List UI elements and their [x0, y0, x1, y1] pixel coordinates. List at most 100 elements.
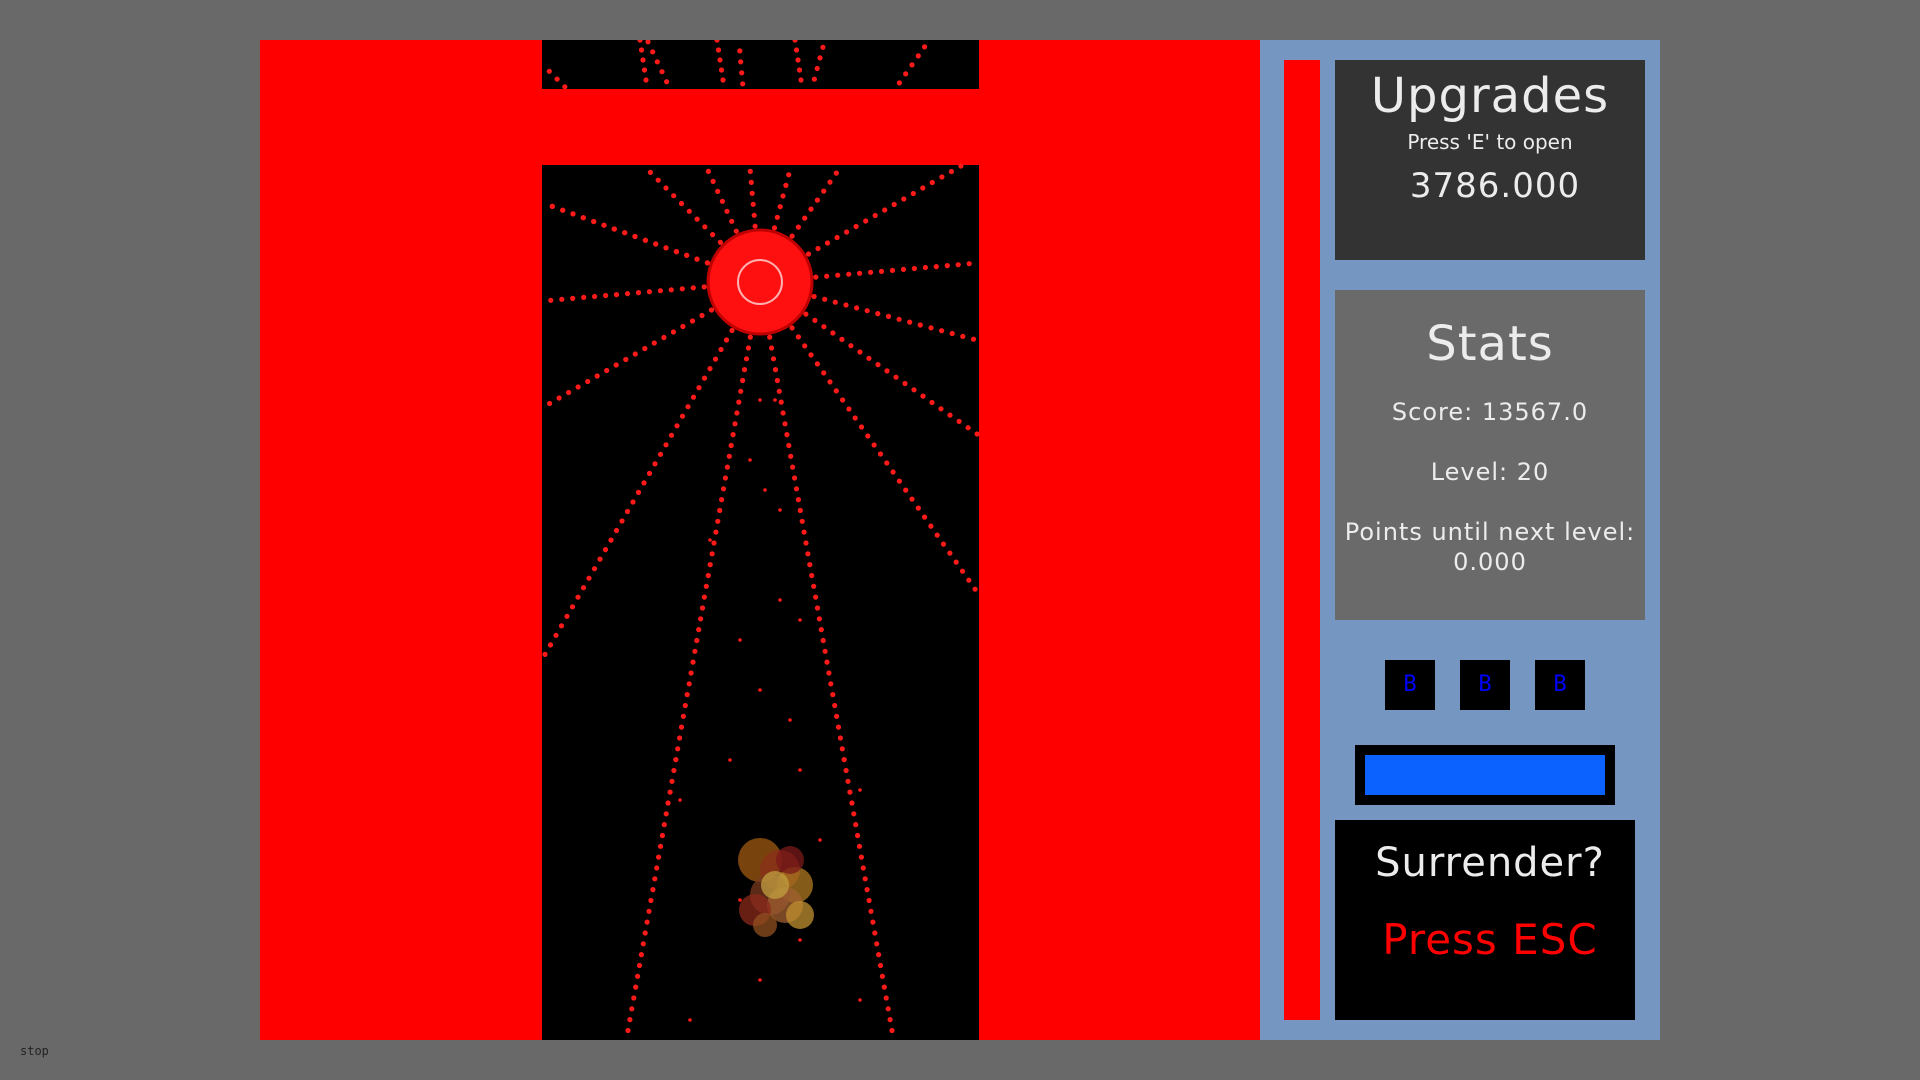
enemy-bullet: [966, 577, 972, 583]
enemy-bullet: [866, 355, 872, 361]
enemy-bullet: [784, 432, 790, 438]
enemy-bullet: [949, 330, 955, 337]
enemy-bullet: [560, 207, 566, 213]
boss-icon: [706, 228, 814, 336]
stats-panel: Stats Score: 13567.0 Level: 20 Points un…: [1335, 290, 1645, 620]
enemy-bullet: [613, 527, 620, 534]
enemy-bullet: [788, 453, 794, 459]
enemy-bullet: [668, 432, 675, 438]
enemy-bullet: [657, 843, 664, 849]
explosion-particle: [753, 913, 777, 937]
enemy-bullet: [635, 489, 642, 495]
enemy-bullet: [728, 758, 732, 762]
surrender-hint: Press ESC: [1382, 915, 1598, 964]
enemy-bullet: [881, 984, 887, 990]
enemy-bullet: [623, 356, 629, 363]
enemy-bullet: [694, 256, 700, 262]
enemy-bullet: [669, 778, 675, 784]
enemy-bullet: [769, 345, 775, 351]
enemy-bullet: [665, 800, 671, 806]
enemy-bullet: [910, 190, 916, 197]
enemy-bullet: [900, 266, 907, 272]
enemy-bullet: [929, 399, 935, 406]
enemy-bullet: [939, 328, 945, 334]
enemy-bullet: [824, 273, 830, 279]
explosion-particle: [776, 846, 804, 874]
enemy-bullet: [558, 623, 565, 629]
enemy-bullet: [868, 269, 874, 275]
enemy-bullet: [699, 605, 706, 611]
enemy-bullet: [637, 40, 643, 43]
enemy-bullet: [702, 224, 708, 230]
energy-bar: [1355, 745, 1615, 805]
enemy-bullet: [686, 208, 692, 214]
enemy-bullet: [796, 67, 803, 73]
enemy-bullet: [758, 688, 762, 692]
enemy-bullet: [852, 415, 858, 421]
enemy-bullet: [688, 1018, 692, 1022]
enemy-bullet: [790, 464, 796, 470]
enemy-bullet: [591, 566, 598, 572]
enemy-bullet: [851, 811, 857, 817]
enemy-bullet: [940, 541, 947, 547]
enemy-bullet: [795, 334, 802, 340]
enemy-bullet: [793, 47, 800, 53]
enemy-bullet: [798, 768, 802, 772]
enemy-bullet: [732, 421, 738, 427]
enemy-bullet: [815, 245, 821, 252]
enemy-bullet: [798, 77, 804, 83]
enemy-bullet: [708, 307, 715, 313]
enemy-bullet: [771, 225, 778, 231]
enemy-bullet: [707, 366, 713, 372]
enemy-bullet: [740, 81, 746, 87]
enemy-bullet: [903, 71, 909, 77]
enemy-bullet: [569, 604, 576, 610]
enemy-bullet: [828, 681, 834, 687]
upgrades-panel[interactable]: Upgrades Press 'E' to open 3786.000: [1335, 60, 1645, 260]
enemy-bullet: [805, 551, 811, 557]
enemy-bullet: [878, 268, 885, 274]
enemy-bullet: [960, 333, 966, 339]
enemy-bullet: [808, 206, 814, 212]
enemy-bullet: [548, 297, 554, 303]
game-frame[interactable]: [260, 40, 1260, 1040]
enemy-bullet: [549, 203, 555, 209]
enemy-bullet: [678, 200, 685, 207]
side-panel: Upgrades Press 'E' to open 3786.000 Stat…: [1260, 40, 1660, 1040]
enemy-bullet: [674, 423, 680, 429]
enemy-bullet: [724, 208, 730, 214]
enemy-bullet: [635, 973, 641, 979]
enemy-bullet: [855, 832, 861, 839]
explosion-particle: [786, 901, 814, 929]
enemy-bullet: [723, 337, 730, 343]
enemy-bullet: [684, 252, 690, 258]
enemy-bullet: [677, 735, 683, 741]
enemy-bullet: [661, 822, 667, 828]
enemy-bullet: [893, 374, 899, 380]
enemy-bullet: [715, 188, 721, 194]
enemy-bullet: [638, 47, 645, 53]
enemy-bullet: [903, 487, 909, 493]
enemy-bullet: [602, 547, 609, 553]
enemy-bullet: [580, 585, 587, 591]
enemy-bullet: [827, 379, 833, 385]
surrender-panel[interactable]: Surrender? Press ESC: [1335, 820, 1635, 1020]
enemy-bullet: [934, 532, 940, 538]
enemy-bullet: [849, 800, 855, 806]
enemy-bullet: [678, 798, 682, 802]
enemy-bullet: [739, 70, 745, 76]
enemy-bullet: [554, 76, 560, 82]
enemy-bullet: [808, 352, 814, 358]
enemy-bullet: [652, 876, 658, 882]
enemy-bullet: [834, 713, 840, 719]
enemy-bullet: [690, 285, 696, 291]
enemy-bullet: [915, 505, 921, 511]
enemy-bullet: [673, 757, 679, 763]
score-label: Score: 13567.0: [1391, 398, 1589, 426]
enemy-bullet: [642, 345, 648, 352]
enemy-bullet: [972, 586, 978, 592]
money-counter: 3786.000: [1409, 166, 1581, 206]
enemy-bullet: [817, 55, 823, 61]
enemy-bullet: [627, 1017, 633, 1023]
enemy-bullet: [833, 388, 839, 394]
